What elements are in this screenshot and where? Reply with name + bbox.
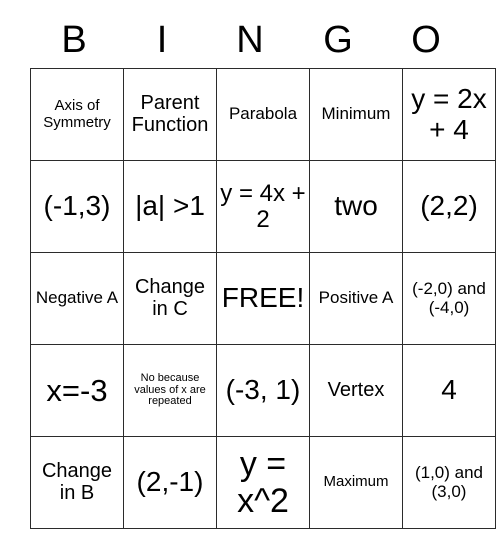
bingo-cell[interactable]: Axis of Symmetry	[30, 68, 124, 161]
bingo-cell[interactable]: y = x^2	[216, 436, 310, 529]
bingo-row: (-1,3) |a| >1 y = 4x + 2 two (2,2)	[30, 160, 496, 253]
bingo-cell[interactable]: Parabola	[216, 68, 310, 161]
bingo-cell[interactable]: (-1,3)	[30, 160, 124, 253]
bingo-cell[interactable]: |a| >1	[123, 160, 217, 253]
bingo-cell[interactable]: (-2,0) and (-4,0)	[402, 252, 496, 345]
bingo-row: x=-3 No because values of x are repeated…	[30, 344, 496, 437]
bingo-cell[interactable]: Change in B	[30, 436, 124, 529]
bingo-cell[interactable]: Parent Function	[123, 68, 217, 161]
bingo-cell[interactable]: Maximum	[309, 436, 403, 529]
bingo-cell[interactable]: Minimum	[309, 68, 403, 161]
bingo-cell[interactable]: two	[309, 160, 403, 253]
bingo-cell-free[interactable]: FREE!	[216, 252, 310, 345]
bingo-cell[interactable]: (2,2)	[402, 160, 496, 253]
bingo-cell[interactable]: (-3, 1)	[216, 344, 310, 437]
bingo-header-letter-o: O	[411, 19, 441, 61]
bingo-cell[interactable]: y = 4x + 2	[216, 160, 310, 253]
bingo-cell[interactable]: x=-3	[30, 344, 124, 437]
bingo-cell[interactable]: 4	[402, 344, 496, 437]
bingo-cell[interactable]: Positive A	[309, 252, 403, 345]
bingo-header-letter-b: B	[61, 19, 87, 61]
bingo-cell[interactable]: Negative A	[30, 252, 124, 345]
bingo-header-letter-g: G	[323, 19, 353, 61]
bingo-row: Axis of Symmetry Parent Function Parabol…	[30, 68, 496, 161]
bingo-cell[interactable]: (1,0) and (3,0)	[402, 436, 496, 529]
bingo-card: B I N G O Axis of Symmetry Parent Functi…	[30, 12, 496, 529]
bingo-cell[interactable]: No because values of x are repeated	[123, 344, 217, 437]
bingo-grid: Axis of Symmetry Parent Function Parabol…	[30, 68, 496, 529]
bingo-cell[interactable]: Change in C	[123, 252, 217, 345]
bingo-cell[interactable]: Vertex	[309, 344, 403, 437]
bingo-cell[interactable]: y = 2x + 4	[402, 68, 496, 161]
bingo-header-row: B I N G O	[30, 12, 470, 68]
bingo-cell[interactable]: (2,-1)	[123, 436, 217, 529]
bingo-row: Negative A Change in C FREE! Positive A …	[30, 252, 496, 345]
bingo-header-letter-i: I	[156, 19, 168, 61]
bingo-header-letter-n: N	[236, 19, 264, 61]
bingo-row: Change in B (2,-1) y = x^2 Maximum (1,0)…	[30, 436, 496, 529]
